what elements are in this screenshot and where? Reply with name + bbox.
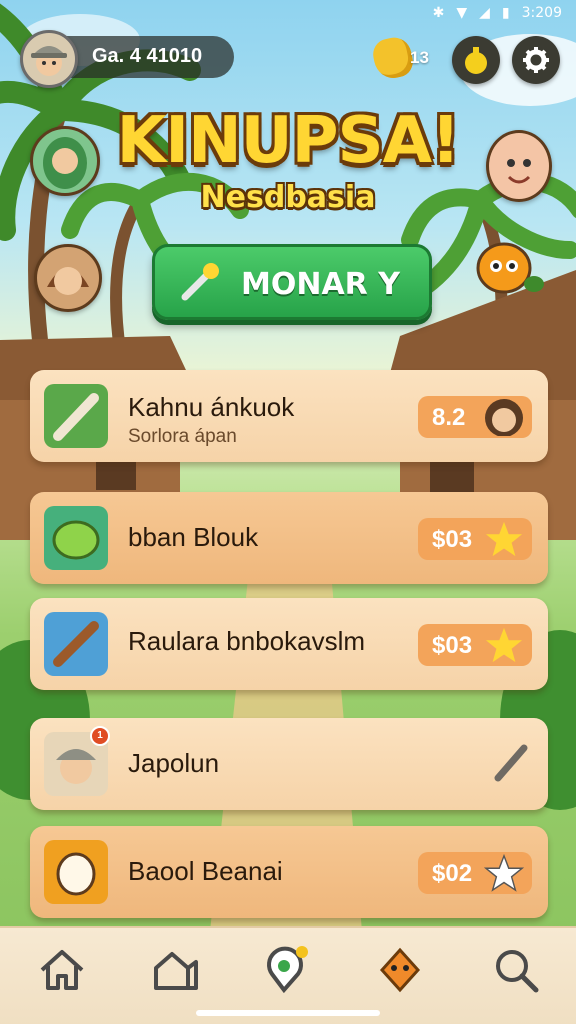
player-id-text: Ga. 4 41010 (92, 45, 203, 67)
notification-badge: 1 (90, 726, 110, 746)
spear-thumb-icon (44, 612, 108, 676)
girl-character-icon (47, 267, 89, 295)
torch-icon (181, 263, 219, 301)
girl-avatar-icon (485, 399, 523, 436)
game-subtitle: Nesdbasia (200, 180, 376, 215)
card-title: Raulara bnbokavslm (128, 626, 366, 656)
map-pin-icon[interactable] (262, 944, 314, 996)
home-indicator[interactable] (196, 1010, 380, 1016)
price-text: $03 (432, 526, 473, 553)
character-avatar-girl[interactable] (34, 244, 102, 312)
main-button-label: MONAR Y (241, 267, 400, 302)
cow-thumb-icon (44, 840, 108, 904)
list-item[interactable]: Kahnu ánkuok Sorlora ápan 8.2 (30, 370, 548, 462)
card-title: Kahnu ánkuok (128, 392, 295, 422)
price-text: $03 (432, 632, 473, 659)
star-icon (485, 521, 523, 557)
main-play-button[interactable]: MONAR Y (152, 244, 432, 320)
gear-icon (523, 47, 549, 73)
list-item[interactable]: Raulara bnbokavslm $03 (30, 598, 548, 690)
card-title: Baool Beanai (128, 856, 283, 886)
gold-nugget-icon (370, 34, 416, 82)
currency-counter[interactable]: 13 (370, 34, 440, 82)
potion-button[interactable] (452, 36, 500, 84)
status-time: 3:209 (521, 5, 562, 21)
status-bar: ✱ ▼ ◢ ▮ 3:209 (433, 0, 576, 26)
brush-thumb-icon (44, 384, 108, 448)
game-title: KINUPSA! (116, 104, 461, 178)
currency-count: 13 (410, 48, 429, 67)
star-icon (484, 854, 524, 892)
price-badge[interactable]: $03 (418, 518, 532, 560)
orange-creature-icon[interactable] (374, 944, 426, 996)
bluetooth-icon: ✱ (432, 5, 445, 21)
explorer-avatar-icon (31, 46, 67, 76)
player-avatar[interactable] (20, 30, 78, 88)
game-scene: ✱ ▼ ◢ ▮ 3:209 Ga. 4 41010 13 KINUPSA! Ne… (0, 0, 576, 1024)
price-badge[interactable]: $03 (418, 624, 532, 666)
signal-icon: ◢ (479, 5, 490, 21)
price-badge[interactable]: $02 (418, 852, 532, 894)
price-badge[interactable]: 8.2 (418, 396, 532, 438)
card-title: bban Blouk (128, 522, 259, 552)
card-subtitle: Sorlora ápan (128, 426, 237, 447)
brush-icon[interactable] (490, 740, 532, 784)
home-icon[interactable] (36, 944, 88, 996)
search-icon[interactable] (490, 944, 542, 996)
card-title: Japolun (128, 748, 220, 778)
village-house-icon[interactable] (150, 944, 202, 996)
price-text: 8.2 (432, 404, 466, 431)
list-item[interactable]: bban Blouk $03 (30, 492, 548, 584)
price-text: $02 (432, 860, 473, 887)
orange-mascot-icon (476, 242, 544, 294)
potion-icon (465, 47, 487, 74)
wifi-icon: ▼ (456, 5, 468, 21)
orange-mascot[interactable] (476, 240, 546, 304)
frog-thumb-icon (44, 506, 108, 570)
list-item[interactable]: 1 Japolun (30, 718, 548, 810)
list-item[interactable]: Baool Beanai $02 (30, 826, 548, 918)
settings-button[interactable] (512, 36, 560, 84)
star-icon (485, 627, 523, 663)
battery-icon: ▮ (501, 5, 510, 21)
